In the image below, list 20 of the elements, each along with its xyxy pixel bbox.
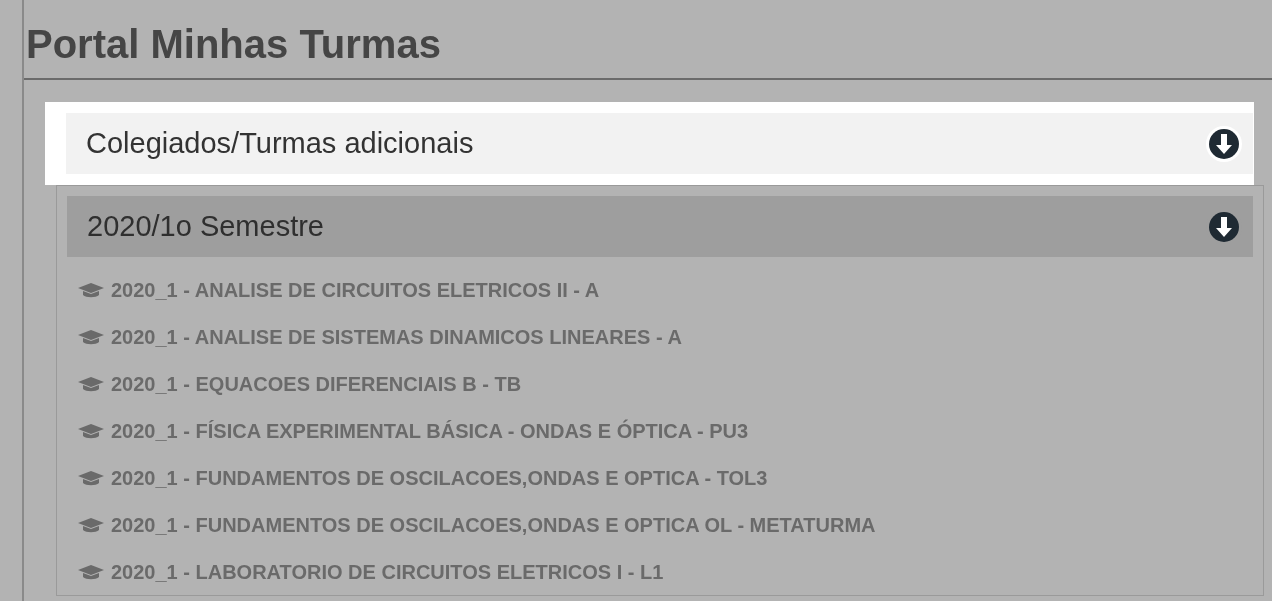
graduation-cap-icon	[77, 328, 105, 345]
class-link[interactable]: 2020_1 - FÍSICA EXPERIMENTAL BÁSICA - ONDAS E ÓPTICA - PU3	[111, 415, 749, 446]
panel-header[interactable]: Colegiados/Turmas adicionais	[66, 113, 1253, 174]
panel-title: 2020/1o Semestre	[87, 208, 324, 244]
graduation-cap-icon	[77, 422, 105, 439]
class-link[interactable]: 2020_1 - FUNDAMENTOS DE OSCILACOES,ONDAS E OPTICA - TOL3	[111, 462, 768, 493]
class-link[interactable]: 2020_1 - FUNDAMENTOS DE OSCILACOES,ONDAS E OPTICA OL - METATURMA	[111, 509, 876, 540]
class-link[interactable]: 2020_1 - ANALISE DE SISTEMAS DINAMICOS LINEARES - A	[111, 321, 682, 352]
class-link[interactable]: 2020_1 - EQUACOES DIFERENCIAIS B - TB	[111, 368, 522, 399]
graduation-cap-icon	[77, 516, 105, 533]
graduation-cap-icon	[77, 281, 105, 298]
panel-title: Colegiados/Turmas adicionais	[86, 125, 474, 161]
graduation-cap-icon	[77, 469, 105, 486]
arrow-down-icon[interactable]	[1205, 124, 1243, 163]
class-link[interactable]: 2020_1 - ANALISE DE CIRCUITOS ELETRICOS II - A	[111, 274, 600, 305]
graduation-cap-icon	[77, 375, 105, 392]
graduation-cap-icon	[77, 563, 105, 580]
page-title: Portal Minhas Turmas	[24, 0, 1272, 80]
class-link[interactable]: 2020_1 - LABORATORIO DE CIRCUITOS ELETRICOS I - L1	[111, 556, 664, 587]
panel-header[interactable]: 2020/1o Semestre	[67, 196, 1253, 257]
